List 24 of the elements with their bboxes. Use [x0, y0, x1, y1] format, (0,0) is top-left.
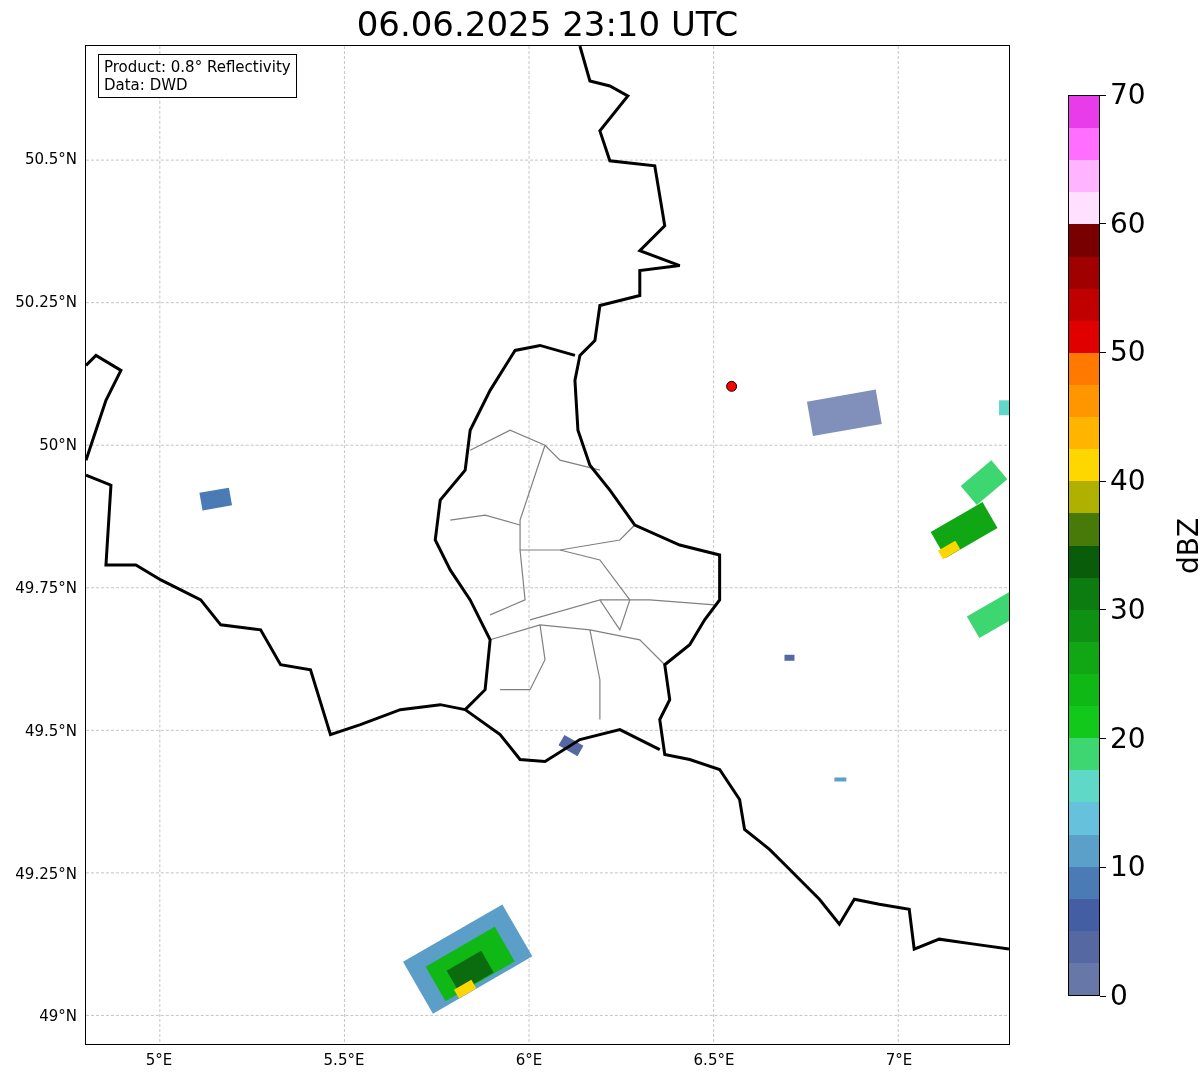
colorbar-tick-label: 40 — [1110, 466, 1146, 497]
colorbar-tick-label: 10 — [1110, 852, 1146, 883]
colorbar-tick-label: 20 — [1110, 723, 1146, 754]
latitude-label: 49.5°N — [24, 721, 77, 740]
colorbar-tick-label: 0 — [1110, 981, 1128, 1011]
latitude-label: 50.25°N — [15, 293, 77, 312]
latitude-label: 50.5°N — [24, 150, 77, 169]
colorbar-tick-label: 70 — [1110, 80, 1146, 110]
colorbar-tick-label: 60 — [1110, 208, 1146, 239]
longitude-label: 6°E — [515, 1051, 543, 1069]
latitude-label: 49.25°N — [15, 864, 77, 883]
legend-text: Data: DWD — [104, 76, 189, 94]
colorbar-label: dBZ — [1171, 517, 1202, 574]
legend-text: Product: 0.8° Reflectivity — [104, 58, 291, 76]
longitude-label: 7°E — [885, 1051, 913, 1069]
latitude-label: 50°N — [39, 436, 77, 454]
longitude-label: 5.5°E — [323, 1051, 365, 1069]
colorbar-tick-label: 30 — [1110, 594, 1146, 625]
longitude-label: 6.5°E — [693, 1051, 735, 1069]
colorbar-tick-label: 50 — [1110, 337, 1146, 368]
longitude-label: 5°E — [145, 1051, 173, 1069]
chart-title: 06.06.2025 23:10 UTC — [355, 4, 740, 44]
latitude-label: 49°N — [39, 1007, 77, 1026]
latitude-label: 49.75°N — [15, 578, 77, 597]
